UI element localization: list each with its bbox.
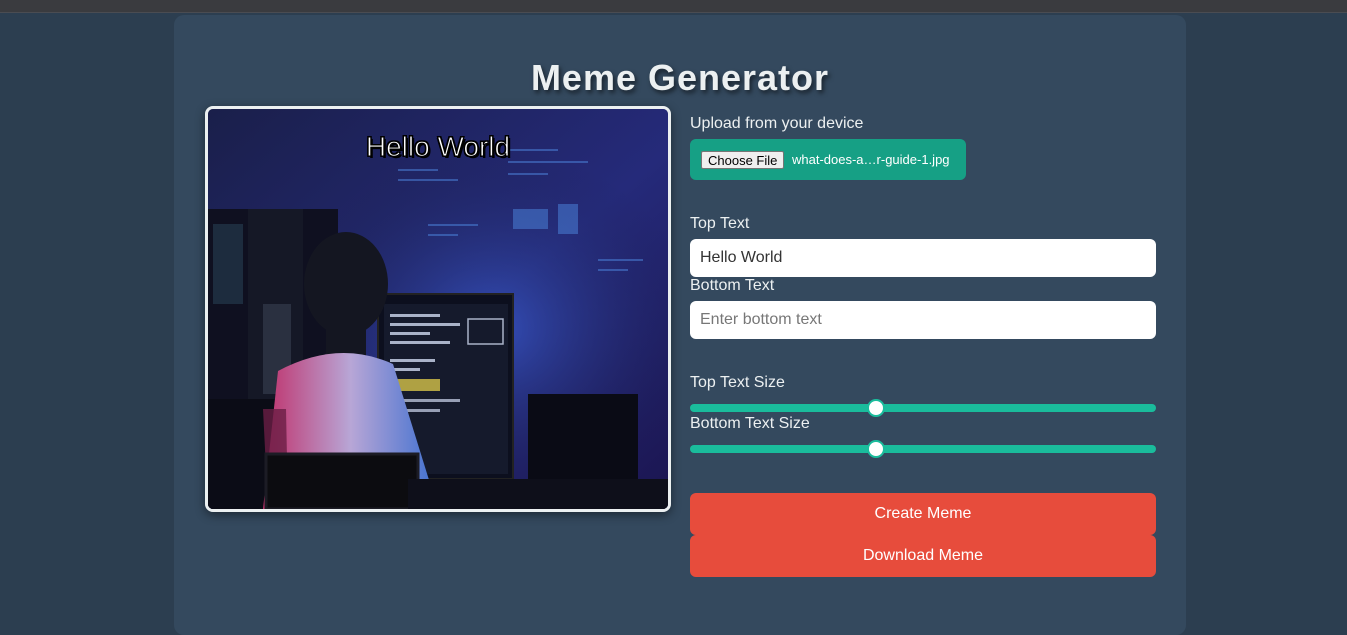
top-size-slider-thumb[interactable]	[867, 399, 886, 417]
top-text-input[interactable]	[690, 239, 1156, 277]
bottom-size-label: Bottom Text Size	[690, 415, 810, 432]
meme-top-text: Hello World	[365, 131, 511, 163]
browser-top-strip	[0, 0, 1347, 13]
selected-file-name: what-does-a…r-guide-1.jpg	[792, 152, 950, 167]
top-text-label: Top Text	[690, 215, 750, 232]
bottom-size-slider[interactable]	[690, 440, 1156, 458]
bottom-text-input[interactable]	[690, 301, 1156, 339]
bottom-text-label: Bottom Text	[690, 277, 775, 294]
upload-label: Upload from your device	[690, 115, 864, 132]
page-title: Meme Generator	[530, 57, 830, 98]
choose-file-button[interactable]: Choose File	[701, 151, 785, 169]
bottom-size-slider-thumb[interactable]	[867, 440, 886, 458]
file-upload-field[interactable]: Choose File what-does-a…r-guide-1.jpg	[690, 139, 966, 180]
create-meme-button[interactable]: Create Meme	[690, 493, 1156, 535]
meme-preview: Hello World	[205, 106, 671, 512]
top-size-label: Top Text Size	[690, 374, 785, 391]
download-meme-button[interactable]: Download Meme	[690, 535, 1156, 577]
top-size-slider[interactable]	[690, 399, 1156, 417]
meme-image	[208, 109, 668, 509]
meme-generator-card: Meme Generator Hello World Upload from y…	[174, 15, 1186, 635]
